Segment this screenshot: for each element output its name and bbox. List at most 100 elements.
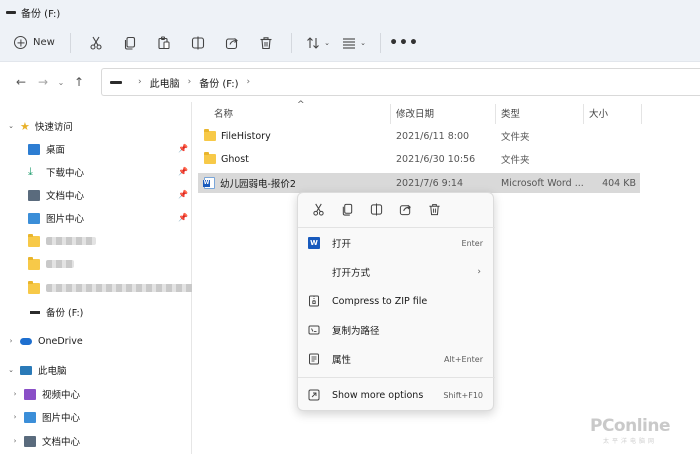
folder-icon (28, 280, 40, 294)
redacted-label (46, 284, 196, 292)
video-icon (24, 388, 36, 400)
sort-icon (307, 36, 319, 49)
download-icon: ⤓ (28, 165, 33, 178)
share-icon (399, 204, 411, 215)
breadcrumb-drive[interactable]: 备份 (F:) (199, 75, 238, 90)
breadcrumb-separator-icon[interactable]: › (138, 77, 142, 87)
column-divider[interactable] (641, 104, 642, 124)
breadcrumb-separator-icon[interactable]: › (188, 77, 192, 87)
view-icon (343, 37, 356, 49)
chevron-right-icon[interactable]: › (10, 437, 20, 445)
context-rename-button[interactable] (362, 197, 391, 221)
pin-icon[interactable]: 📌 (178, 144, 188, 153)
file-row[interactable]: Ghost 2021/6/30 10:56 文件夹 (198, 149, 640, 169)
breadcrumb-separator-icon[interactable]: › (247, 77, 251, 87)
context-copy-button[interactable] (333, 197, 362, 221)
column-divider[interactable] (583, 104, 584, 124)
menu-divider (298, 227, 495, 228)
sidebar-item-blurred-folder[interactable] (28, 278, 196, 298)
context-menu-quick-actions (298, 193, 495, 225)
address-box[interactable]: › 此电脑 › 备份 (F:) › (101, 68, 700, 96)
sidebar-item-this-pc[interactable]: ⌄ 此电脑 (6, 360, 67, 380)
file-name-cell: Ghost (204, 149, 249, 169)
context-cut-button[interactable] (304, 197, 333, 221)
properties-icon (308, 353, 320, 365)
column-divider[interactable] (390, 104, 391, 124)
copy-button[interactable] (113, 30, 147, 56)
column-header-size[interactable]: 大小 (589, 102, 639, 124)
chevron-right-icon[interactable]: › (6, 337, 16, 345)
forward-button[interactable]: → (32, 71, 54, 93)
chevron-right-icon[interactable]: › (10, 413, 20, 421)
sidebar-item-documents[interactable]: 文档中心 (28, 185, 84, 205)
view-button[interactable]: ⌄ (336, 30, 372, 56)
file-size: 404 KB (602, 177, 636, 189)
column-divider[interactable] (495, 104, 496, 124)
redacted-label (46, 237, 96, 245)
computer-icon (20, 365, 32, 375)
toolbar-separator (380, 32, 381, 53)
file-name-cell: 幼儿园弱电-报价2 (203, 173, 296, 193)
menu-item-open-with[interactable]: 打开方式 › (302, 259, 491, 285)
pin-icon[interactable]: 📌 (178, 213, 188, 222)
sidebar-item-label: 文档中心 (42, 437, 81, 448)
back-button[interactable]: ← (10, 71, 32, 93)
cloud-icon (20, 337, 32, 345)
context-delete-button[interactable] (420, 197, 449, 221)
file-row[interactable]: FileHistory 2021/6/11 8:00 文件夹 (198, 126, 640, 146)
arrow-up-icon: ↑ (73, 75, 85, 89)
file-name: FileHistory (221, 130, 271, 142)
file-name: Ghost (221, 153, 249, 165)
share-button[interactable] (215, 30, 249, 56)
menu-item-label: 属性 (332, 355, 352, 366)
sidebar-item-blurred-folder[interactable] (28, 231, 96, 251)
context-share-button[interactable] (391, 197, 420, 221)
cut-button[interactable] (79, 30, 113, 56)
new-button[interactable]: New (14, 30, 62, 56)
menu-item-open[interactable]: W 打开 Enter (302, 230, 491, 256)
delete-button[interactable] (249, 30, 283, 56)
folder-icon (204, 152, 216, 164)
new-button-label: New (33, 37, 55, 48)
chevron-right-icon[interactable]: › (10, 390, 20, 398)
star-icon: ★ (20, 119, 30, 133)
column-header-type[interactable]: 类型 (501, 102, 581, 124)
paste-button[interactable] (147, 30, 181, 56)
sidebar-item-videos[interactable]: › 视频中心 (10, 384, 80, 404)
menu-item-show-more-options[interactable]: Show more options Shift+F10 (302, 382, 491, 408)
file-row-selected[interactable]: 幼儿园弱电-报价2 2021/7/6 9:14 Microsoft Word .… (198, 173, 640, 193)
pin-icon[interactable]: 📌 (178, 190, 188, 199)
sidebar-item-onedrive[interactable]: › OneDrive (6, 331, 83, 351)
document-icon (28, 189, 40, 201)
sidebar-item-pictures[interactable]: 图片中心 (28, 208, 84, 228)
sidebar-item-desktop[interactable]: 桌面 (28, 139, 65, 159)
toolbar-separator (70, 32, 71, 53)
sidebar-item-downloads[interactable]: ⤓ 下载中心 (28, 162, 84, 182)
watermark-subtitle: 太平洋电脑网 (603, 438, 658, 445)
chevron-down-icon[interactable]: ⌄ (6, 122, 16, 130)
sidebar-item-pc-documents[interactable]: › 文档中心 (10, 431, 80, 451)
sidebar-item-quick-access[interactable]: ⌄ ★ 快速访问 (6, 116, 73, 136)
breadcrumb-this-pc[interactable]: 此电脑 (150, 75, 180, 90)
drive-icon (30, 310, 40, 314)
sort-button[interactable]: ⌄ (300, 30, 336, 56)
sidebar-item-blurred-folder[interactable] (28, 254, 74, 274)
rename-button[interactable] (181, 30, 215, 56)
more-options-button[interactable]: ••• (389, 30, 419, 56)
copy-path-icon (308, 324, 320, 336)
menu-item-compress-zip[interactable]: Compress to ZIP file (302, 288, 491, 314)
pin-icon[interactable]: 📌 (178, 167, 188, 176)
sidebar-item-pc-pictures[interactable]: › 图片中心 (10, 407, 80, 427)
recent-locations-button[interactable]: ⌄ (54, 71, 68, 93)
chevron-down-icon[interactable]: ⌄ (6, 366, 16, 374)
column-header-name[interactable]: 名称 (214, 102, 389, 124)
command-bar: New ⌄ ⌄ ••• (0, 24, 700, 62)
up-button[interactable]: ↑ (68, 71, 90, 93)
sidebar-item-label: 视频中心 (42, 390, 81, 401)
menu-item-properties[interactable]: 属性 Alt+Enter (302, 346, 491, 372)
more-options-icon (308, 389, 320, 401)
menu-item-copy-as-path[interactable]: 复制为路径 (302, 317, 491, 343)
word-document-icon (203, 177, 215, 189)
column-header-modified[interactable]: 修改日期 (396, 102, 496, 124)
sidebar-item-drive[interactable]: 备份 (F:) (6, 302, 83, 322)
